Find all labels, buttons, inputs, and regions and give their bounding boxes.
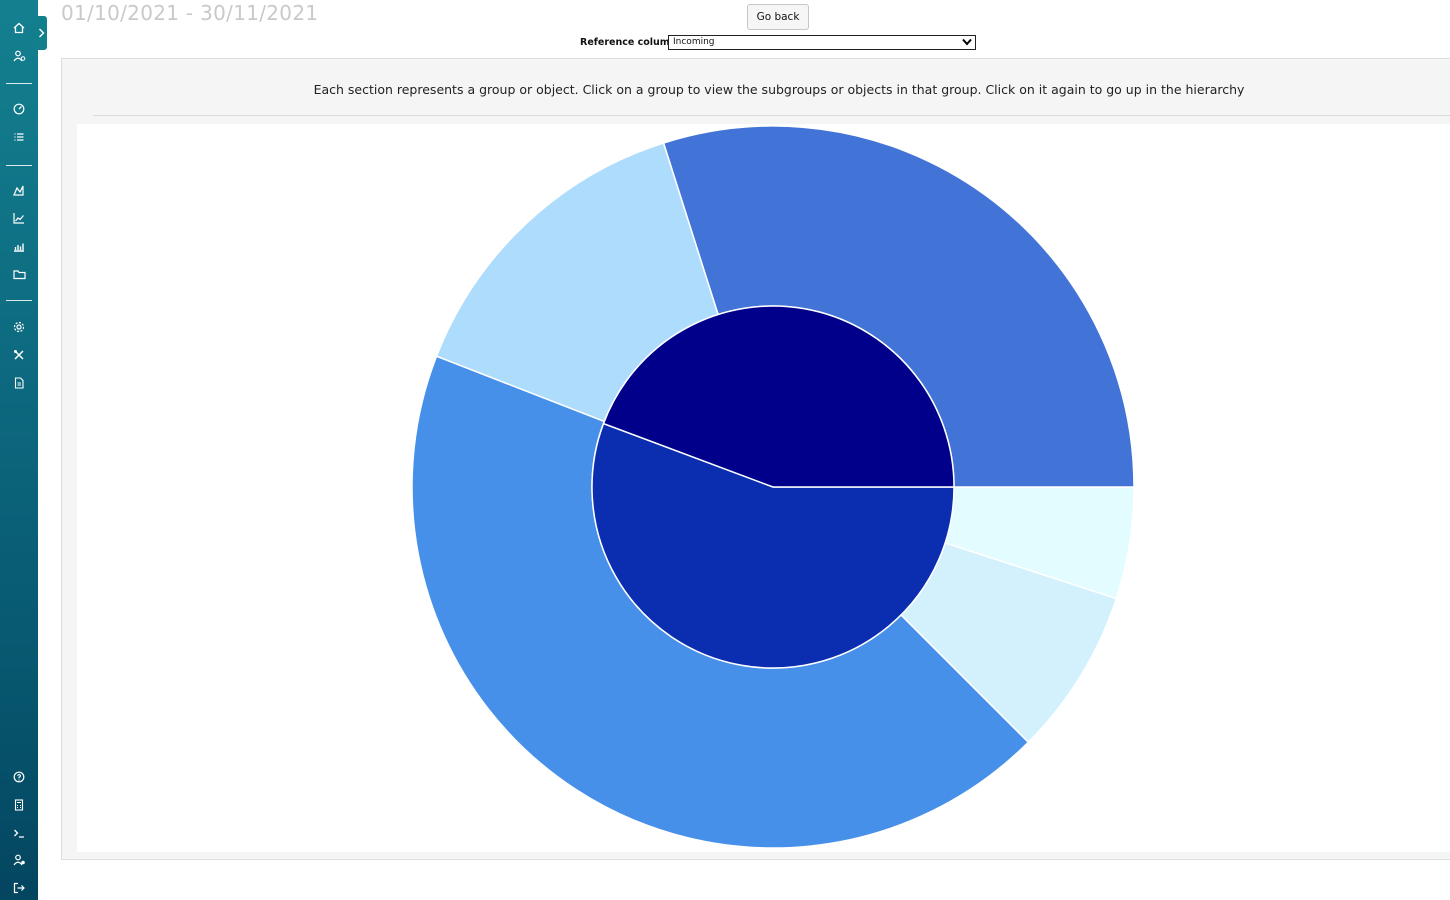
chart-area xyxy=(77,124,1450,852)
document-icon[interactable] xyxy=(8,374,30,392)
sidebar-expand-toggle[interactable] xyxy=(36,16,47,50)
sunburst-chart xyxy=(411,125,1135,849)
tools-icon[interactable] xyxy=(8,346,30,364)
user-settings-icon[interactable] xyxy=(8,851,30,869)
sidebar-separator xyxy=(6,165,32,166)
chevron-down-icon xyxy=(962,38,972,51)
help-icon[interactable] xyxy=(8,768,30,786)
terminal-icon[interactable] xyxy=(8,824,30,842)
reference-column-value: Incoming xyxy=(673,37,715,47)
divider xyxy=(93,115,1450,116)
calculator-icon[interactable] xyxy=(8,796,30,814)
dashboard-icon[interactable] xyxy=(8,100,30,118)
sidebar-separator xyxy=(6,83,32,84)
date-range: 01/10/2021 - 30/11/2021 xyxy=(61,1,319,25)
settings-icon[interactable] xyxy=(8,318,30,336)
chart-instructions: Each section represents a group or objec… xyxy=(313,82,1245,97)
sidebar xyxy=(0,0,38,900)
sidebar-separator xyxy=(6,300,32,301)
user-icon[interactable] xyxy=(8,47,30,65)
area-chart-icon[interactable] xyxy=(8,181,30,199)
logout-icon[interactable] xyxy=(8,879,30,897)
home-icon[interactable] xyxy=(8,19,30,37)
line-chart-icon[interactable] xyxy=(8,209,30,227)
folder-icon[interactable] xyxy=(8,265,30,283)
reference-column-label: Reference column xyxy=(580,37,677,48)
go-back-button[interactable]: Go back xyxy=(747,4,809,30)
chevron-right-icon xyxy=(39,28,45,38)
list-icon[interactable] xyxy=(8,128,30,146)
reference-column-select[interactable]: Incoming xyxy=(668,35,976,50)
bar-chart-icon[interactable] xyxy=(8,237,30,255)
